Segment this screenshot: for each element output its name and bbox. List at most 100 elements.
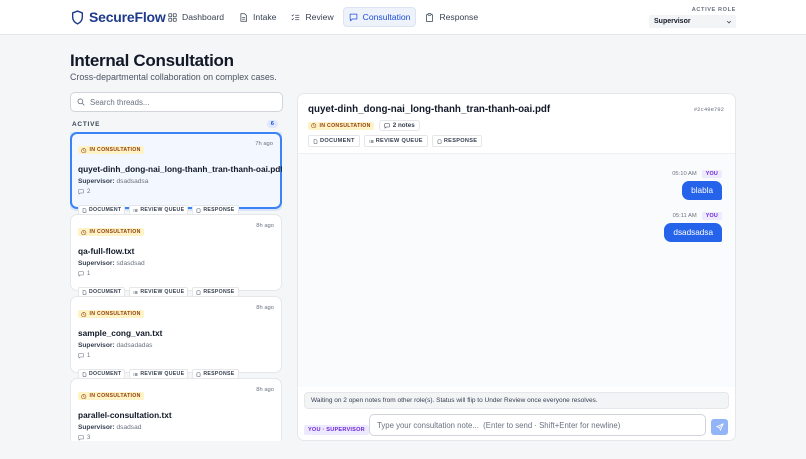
thread-card[interactable]: IN CONSULTATION 8h ago qa-full-flow.txt … [70,214,282,297]
thread-card[interactable]: IN CONSULTATION 7h ago quyet-dinh_dong-n… [70,132,282,215]
file-icon [313,138,318,144]
checklist-icon [133,372,138,376]
message-bubble: dsadsadsa [664,223,722,242]
you-badge: YOU [701,170,722,178]
clock-icon [81,393,87,399]
checklist-icon [133,208,138,212]
document-button-label: DOCUMENT [89,207,122,213]
thread-card[interactable]: IN CONSULTATION 8h ago sample_cong_van.t… [70,296,282,379]
nav-review[interactable]: Review [285,7,339,27]
nav-consultation[interactable]: Consultation [342,7,417,27]
top-navigation-bar: SecureFlow Dashboard Intake Review Consu… [0,0,806,35]
thread-author-name: dadsadadas [116,342,153,349]
thread-notes: 1 [78,271,274,277]
detail-response-button[interactable]: RESPONSE [431,135,483,147]
page-subtitle: Cross-departmental collaboration on comp… [70,72,277,82]
thread-author-role: Supervisor: [78,424,115,431]
brand-logo[interactable]: SecureFlow [71,9,166,25]
consultation-detail-panel: quyet-dinh_dong-nai_long-thanh_tran-than… [297,93,736,441]
send-icon [715,423,724,431]
checklist-icon [369,139,374,143]
detail-status-badge: IN CONSULTATION [308,121,374,130]
message-time: 05:10 AM [672,171,697,177]
active-role: ACTIVE ROLE Supervisor [649,7,736,28]
detail-response-label: RESPONSE [443,138,478,144]
detail-hash: #2c49e792 [693,106,724,113]
nav-response-label: Response [439,12,479,22]
comment-icon [78,271,84,277]
thread-title: quyet-dinh_dong-nai_long-thanh_tran-than… [78,164,282,174]
thread-notes: 2 [78,189,273,195]
status-badge: IN CONSULTATION [78,146,144,155]
message: 05:10 AM YOU blabla [672,170,722,200]
grid-icon [168,12,177,22]
detail-actions: DOCUMENT REVIEW QUEUE RESPONSE [308,135,483,147]
status-badge: IN CONSULTATION [78,228,144,237]
response-button-label: RESPONSE [203,289,235,295]
document-button-label: DOCUMENT [89,289,122,295]
thread-notes: 3 [78,435,274,441]
detail-review-queue-label: REVIEW QUEUE [375,138,423,144]
file-icon [82,207,87,213]
clipboard-icon [197,290,201,295]
active-section-label: ACTIVE [72,120,101,128]
chat-icon [349,13,357,21]
file-icon [82,289,87,295]
send-button[interactable] [711,419,728,435]
thread-author: Supervisor: dsadsad [78,424,274,431]
response-button-label: RESPONSE [203,207,235,213]
clock-icon [81,147,87,153]
thread-card[interactable]: IN CONSULTATION 8h ago parallel-consulta… [70,378,282,441]
thread-author-name: dsadsadsa [116,178,149,185]
message-meta: 05:11 AM YOU [673,212,722,220]
clock-icon [81,229,87,235]
status-text: IN CONSULTATION [89,229,141,236]
composer-role-badge: YOU · SUPERVISOR [304,425,369,435]
clipboard-icon [197,208,201,213]
nav-review-label: Review [305,12,334,22]
thread-time: 8h ago [256,387,274,393]
you-badge: YOU [701,212,722,220]
comment-icon [384,122,390,129]
thread-title: qa-full-flow.txt [78,246,135,256]
thread-title: parallel-consultation.txt [78,410,172,420]
thread-author-role: Supervisor: [78,260,115,267]
chevron-down-icon [726,20,732,23]
message-thread: 05:10 AM YOU blabla 05:11 AM YOU dsadsad… [298,154,735,387]
clock-icon [311,123,317,128]
thread-search [70,92,283,112]
nav-response[interactable]: Response [419,7,484,27]
consultation-note-input[interactable] [377,420,697,430]
file-icon [82,371,87,377]
checklist-icon [291,13,300,20]
review-queue-button-label: REVIEW QUEUE [140,289,185,295]
clipboard-icon [437,139,442,144]
clock-icon [81,311,87,317]
thread-time: 8h ago [256,305,274,311]
nav-intake[interactable]: Intake [233,7,282,27]
role-select-value: Supervisor [654,18,691,25]
nav-dashboard[interactable]: Dashboard [162,7,230,27]
status-badge: IN CONSULTATION [78,392,144,401]
detail-document-button[interactable]: DOCUMENT [308,135,360,147]
shield-icon [71,9,84,25]
status-text: IN CONSULTATION [89,311,141,318]
thread-author: Supervisor: dadsadadas [78,342,274,349]
active-section-header: ACTIVE 6 [72,120,278,128]
detail-review-queue-button[interactable]: REVIEW QUEUE [363,135,428,147]
comment-icon [78,435,84,441]
role-select[interactable]: Supervisor [649,15,736,28]
main-nav: Dashboard Intake Review Consultation Res… [162,7,484,27]
thread-author-role: Supervisor: [78,178,115,185]
search-input[interactable] [90,97,280,107]
message-time: 05:11 AM [672,213,697,219]
review-queue-button-label: REVIEW QUEUE [140,371,185,377]
detail-document-label: DOCUMENT [320,138,355,144]
detail-status-text: IN CONSULTATION [319,122,371,129]
detail-tags: IN CONSULTATION 2 notes [308,120,420,131]
thread-notes-count: 3 [87,435,91,441]
thread-author-name: sdasdsad [116,260,145,267]
thread-time: 7h ago [255,141,273,147]
thread-title: sample_cong_van.txt [78,328,163,338]
active-role-label: ACTIVE ROLE [691,7,736,13]
